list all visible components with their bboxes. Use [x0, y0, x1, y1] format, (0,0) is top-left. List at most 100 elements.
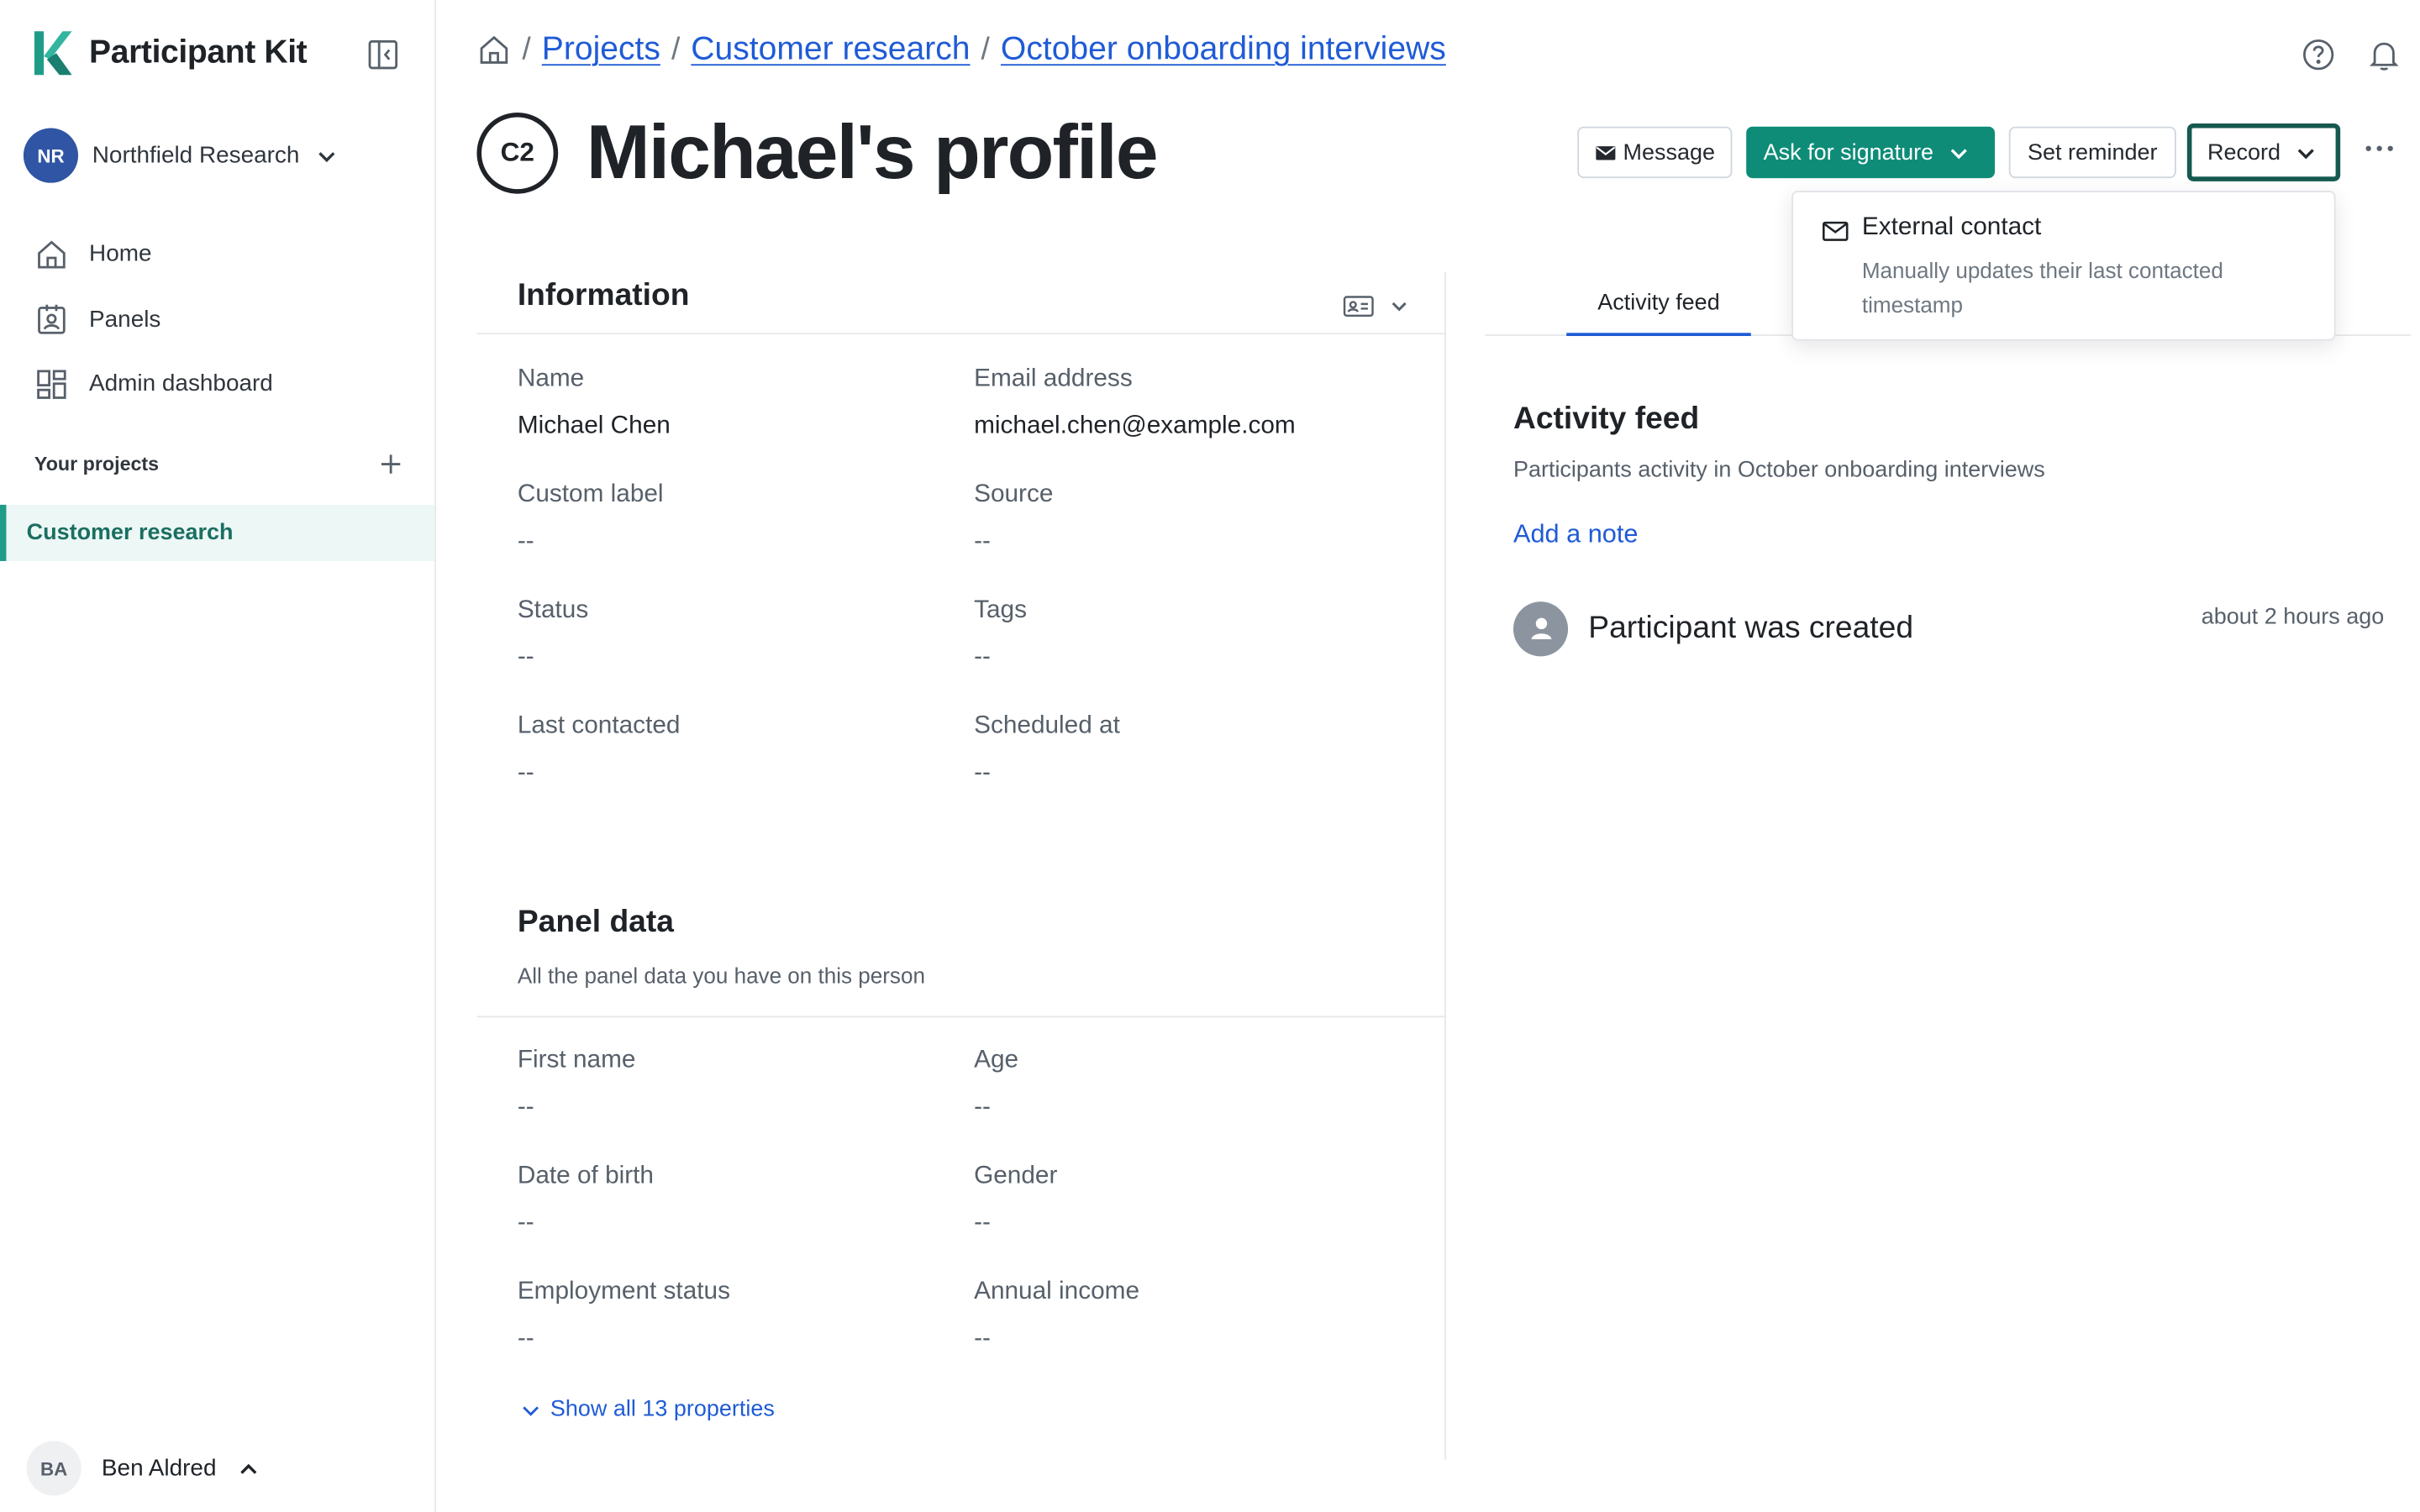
contact-card-icon [1343, 296, 1374, 318]
sidebar-item-panels[interactable]: Panels [34, 286, 410, 351]
field-gender: Gender -- [974, 1163, 1381, 1237]
app-name: Participant Kit [89, 34, 308, 71]
field-source: Source -- [974, 481, 1381, 556]
field-age: Age -- [974, 1047, 1381, 1122]
field-value: -- [517, 1210, 534, 1236]
field-label: Name [517, 365, 585, 392]
brand[interactable]: Participant Kit [28, 28, 308, 78]
field-label: Custom label [517, 481, 664, 508]
breadcrumb-home-icon[interactable] [476, 33, 511, 67]
grid-icon [37, 370, 66, 399]
breadcrumb-october-onboarding-interviews[interactable]: October onboarding interviews [1001, 31, 1446, 69]
field-label: First name [517, 1047, 636, 1074]
menu-item-external-contact[interactable]: External contact Manually updates their … [1793, 192, 2334, 339]
envelope-icon [1596, 145, 1616, 160]
help-icon[interactable] [2302, 38, 2336, 72]
your-projects-title: Your projects [34, 453, 160, 475]
chevron-up-icon [240, 1462, 258, 1473]
field-label: Date of birth [517, 1163, 654, 1189]
sidebar-item-home[interactable]: Home [34, 222, 410, 286]
project-item-customer-research[interactable]: Customer research [0, 504, 435, 561]
field-value: -- [974, 1325, 991, 1352]
participant-kit-logo-icon [34, 31, 72, 76]
field-scheduled-at: Scheduled at -- [974, 712, 1381, 787]
field-tags: Tags -- [974, 597, 1381, 672]
field-first-name: First name -- [518, 1047, 924, 1122]
field-label: Age [974, 1047, 1019, 1074]
field-custom-label: Custom label -- [518, 481, 924, 556]
set-reminder-button[interactable]: Set reminder [2008, 126, 2176, 179]
ask-for-signature-button[interactable]: Ask for signature [1746, 126, 1995, 179]
activity-feed-subtitle: Participants activity in October onboard… [1512, 458, 2045, 483]
field-value: -- [974, 1210, 991, 1236]
show-all-properties-label: Show all 13 properties [550, 1397, 775, 1423]
information-title: Information [517, 278, 690, 313]
field-label: Gender [974, 1163, 1058, 1189]
sidebar-item-label: Panels [89, 306, 161, 333]
contact-card-toggle[interactable] [1343, 294, 1408, 319]
field-date-of-birth: Date of birth -- [518, 1163, 924, 1237]
breadcrumb-separator: / [981, 32, 990, 67]
field-label: Status [517, 596, 589, 624]
breadcrumb-customer-research[interactable]: Customer research [691, 31, 970, 69]
add-a-note-link[interactable]: Add a note [1513, 521, 1639, 550]
field-email-address: Email address michael.chen@example.com [974, 365, 1443, 440]
field-status: Status -- [518, 597, 924, 672]
chevron-down-icon [523, 1405, 539, 1415]
record-button[interactable]: Record [2186, 123, 2341, 181]
tab-activity-feed[interactable]: Activity feed [1566, 272, 1751, 337]
record-dropdown-menu: External contact Manually updates their … [1791, 190, 2336, 341]
field-label: Tags [974, 596, 1027, 624]
project-item-label: Customer research [26, 520, 234, 546]
org-name: Northfield Research [92, 142, 300, 169]
field-value: -- [517, 1094, 534, 1121]
field-value: -- [517, 1325, 534, 1352]
envelope-outline-icon [1822, 221, 1849, 241]
breadcrumb: / Projects / Customer research / October… [476, 31, 1446, 69]
notification-bell-icon[interactable] [2367, 38, 2402, 72]
user-avatar: BA [26, 1441, 82, 1496]
id-badge-icon [38, 305, 66, 335]
sidebar-item-label: Home [89, 240, 152, 268]
field-label: Email address [974, 365, 1133, 392]
show-all-properties-link[interactable]: Show all 13 properties [521, 1397, 775, 1422]
activity-feed-title: Activity feed [1512, 402, 1700, 437]
panel-data-title: Panel data [517, 905, 674, 940]
top-right-icons [2302, 38, 2402, 72]
add-project-plus-icon[interactable] [378, 452, 403, 477]
field-value: Michael Chen [517, 412, 671, 439]
more-options-icon[interactable] [2362, 134, 2396, 162]
menu-item-description: Manually updates their last contacted ti… [1861, 257, 2223, 318]
field-name: Name Michael Chen [518, 365, 924, 440]
sidebar-item-admin-dashboard[interactable]: Admin dashboard [34, 352, 410, 417]
field-value: -- [974, 528, 991, 555]
breadcrumb-projects[interactable]: Projects [542, 31, 660, 69]
message-label: Message [1623, 139, 1715, 165]
org-switcher[interactable]: NR Northfield Research [23, 128, 337, 183]
sidebar-item-label: Admin dashboard [89, 370, 273, 398]
field-label: Source [974, 481, 1054, 508]
chevron-down-icon [1392, 302, 1407, 312]
field-label: Employment status [517, 1278, 730, 1305]
activity-event-text: Participant was created [1588, 610, 1914, 645]
set-reminder-label: Set reminder [2028, 139, 2158, 165]
record-label: Record [2207, 139, 2281, 165]
sidebar-nav: Home Panels Admin dashboard [34, 222, 410, 417]
information-header: Information [476, 272, 1445, 335]
sidebar: Participant Kit NR Northfield Research H… [0, 0, 437, 1512]
collapse-sidebar-icon[interactable] [366, 38, 400, 72]
field-value: -- [974, 643, 991, 671]
field-value: -- [974, 1094, 991, 1121]
chevron-down-icon [1950, 148, 1967, 159]
chevron-down-icon [318, 151, 334, 162]
menu-item-title: External contact [1861, 213, 2042, 241]
breadcrumb-separator: / [671, 32, 681, 67]
user-menu[interactable]: BA Ben Aldred [26, 1441, 260, 1496]
message-button[interactable]: Message [1577, 126, 1733, 179]
information-panel: Information Name Michael Chen Email addr… [476, 271, 1446, 1460]
field-label: Last contacted [517, 712, 681, 740]
field-label: Scheduled at [974, 712, 1120, 740]
activity-event-time: about 2 hours ago [2201, 605, 2385, 630]
ask-for-signature-label: Ask for signature [1763, 139, 1934, 165]
profile-actions: Message Ask for signature Set reminder R… [1577, 123, 2341, 181]
